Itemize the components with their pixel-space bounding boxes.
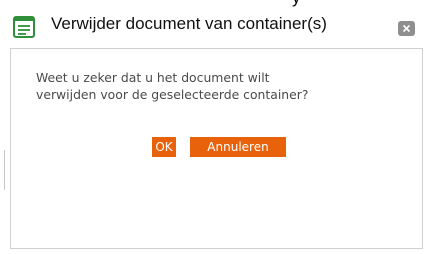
- dialog-title: Verwijder document van container(s): [51, 14, 327, 33]
- background-border: [4, 150, 5, 190]
- close-icon: [402, 24, 411, 33]
- dialog-titlebar[interactable]: Verwijder document van container(s): [7, 11, 431, 43]
- ok-button[interactable]: OK: [152, 137, 176, 157]
- message-line-2: verwijden voor de geselecteerde containe…: [36, 87, 309, 102]
- confirmation-message: Weet u zeker dat u het document wilt ver…: [36, 69, 416, 103]
- message-line-1: Weet u zeker dat u het document wilt: [36, 70, 270, 85]
- background-text-fragment: y: [292, 0, 301, 8]
- document-list-icon: [12, 15, 36, 39]
- close-button[interactable]: [398, 21, 415, 36]
- cancel-button[interactable]: Annuleren: [190, 137, 286, 157]
- screen: y Verwijder document van container(s): [0, 0, 433, 254]
- remove-document-dialog: Verwijder document van container(s) Weet…: [7, 11, 431, 251]
- dialog-content: Weet u zeker dat u het document wilt ver…: [10, 48, 423, 249]
